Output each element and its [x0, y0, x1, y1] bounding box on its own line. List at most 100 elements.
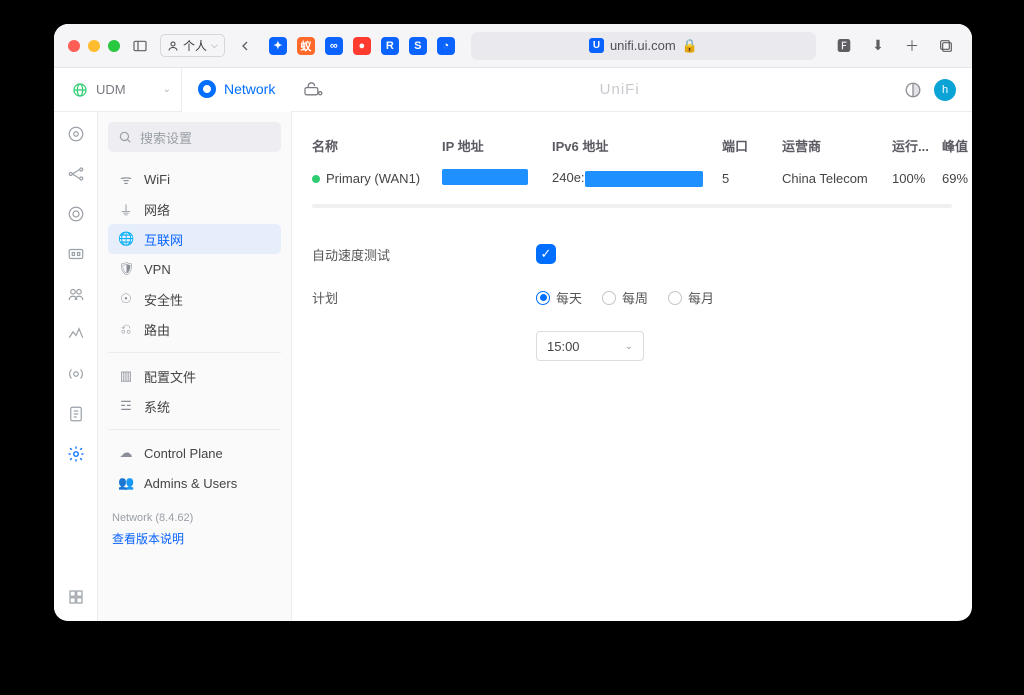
sidebar-item-profiles[interactable]: ▥ 配置文件	[108, 361, 281, 391]
nav-rail	[54, 112, 98, 621]
route-icon: ⎌	[118, 321, 134, 337]
users-icon: 👥	[118, 475, 134, 491]
table-row[interactable]: Primary (WAN1) 240e: 5 China Telecom 100…	[312, 161, 952, 196]
radio-weekly[interactable]: 每周	[602, 288, 648, 307]
sidebar-item-networks[interactable]: ⏚ 网络	[108, 194, 281, 224]
col-port: 端口	[722, 136, 782, 155]
cell-peak: 69%	[942, 171, 972, 186]
time-select[interactable]: 15:00 ⌄	[536, 331, 644, 361]
rail-devices-icon[interactable]	[66, 204, 86, 224]
speedtest-label: 自动速度测试	[312, 245, 536, 264]
radio-icon	[536, 291, 550, 305]
speedtest-settings: 自动速度测试 ✓ 计划 每天 每周 每月 15:00 ⌄	[312, 244, 952, 361]
nav-label: 系统	[144, 397, 170, 416]
cell-ip	[442, 169, 552, 188]
cell-port: 5	[722, 171, 782, 186]
nav-label: Admins & Users	[144, 476, 237, 491]
ext-icon-3[interactable]: ∞	[325, 37, 343, 55]
nav-label: VPN	[144, 262, 171, 277]
rail-clients-icon[interactable]	[66, 284, 86, 304]
radio-daily[interactable]: 每天	[536, 288, 582, 307]
rail-settings-icon[interactable]	[66, 444, 86, 464]
search-placeholder: 搜索设置	[140, 128, 192, 147]
nav-label: 配置文件	[144, 367, 196, 386]
ext-icon-7[interactable]: ◔	[437, 37, 455, 55]
radio-label: 每天	[556, 288, 582, 307]
rail-dashboard-icon[interactable]	[66, 124, 86, 144]
radio-label: 每月	[688, 288, 714, 307]
col-ipv6: IPv6 地址	[552, 136, 722, 155]
brand-logo: UniFi	[335, 81, 904, 98]
tab-network[interactable]: Network	[182, 68, 291, 112]
new-tab-icon[interactable]: ＋	[900, 34, 924, 58]
rail-ports-icon[interactable]	[66, 244, 86, 264]
window-controls[interactable]	[68, 40, 120, 52]
sidebar-item-system[interactable]: ☲ 系统	[108, 391, 281, 421]
zoom-icon[interactable]	[108, 40, 120, 52]
sidebar-item-internet[interactable]: 🌐 互联网	[108, 224, 281, 254]
sidebar-item-admins[interactable]: 👥 Admins & Users	[108, 468, 281, 498]
redacted-ip	[442, 169, 528, 185]
cell-isp: China Telecom	[782, 171, 892, 186]
sidebar-item-vpn[interactable]: 🛡 VPN	[108, 254, 281, 284]
main-content: 名称 IP 地址 IPv6 地址 端口 运营商 运行... 峰值 Primary…	[292, 112, 972, 621]
cell-ipv6: 240e:	[552, 170, 722, 187]
globe-icon: 🌐	[118, 231, 134, 247]
rail-topology-icon[interactable]	[66, 164, 86, 184]
rail-apps-icon[interactable]	[66, 587, 86, 607]
vpn-icon: 🛡	[118, 261, 134, 277]
minimize-icon[interactable]	[88, 40, 100, 52]
ext-icon-1[interactable]: ✦	[269, 37, 287, 55]
cell-uptime: 100%	[892, 171, 942, 186]
table-header: 名称 IP 地址 IPv6 地址 端口 运营商 运行... 峰值	[312, 130, 952, 161]
download-icon[interactable]: ⬇	[866, 34, 890, 58]
system-icon: ☲	[118, 398, 134, 414]
cloud-icon: ☁	[118, 445, 134, 461]
status-dot-icon	[312, 175, 320, 183]
time-value: 15:00	[547, 339, 580, 354]
nav-label: 网络	[144, 200, 170, 219]
ext-icon-6[interactable]: S	[409, 37, 427, 55]
sidebar-item-wifi[interactable]: ᯤWiFi	[108, 164, 281, 194]
schedule-label: 计划	[312, 288, 536, 307]
ext-icon-5[interactable]: R	[381, 37, 399, 55]
tab-protect[interactable]	[291, 68, 335, 112]
chevron-down-icon: ⌄	[625, 341, 633, 352]
url-text: unifi.ui.com	[610, 38, 676, 53]
address-bar[interactable]: U unifi.ui.com 🔒	[471, 32, 816, 60]
ext-icon-2[interactable]: 蚁	[297, 37, 315, 55]
col-isp: 运营商	[782, 136, 892, 155]
settings-search[interactable]: 搜索设置	[108, 122, 281, 152]
profiles-icon: ▥	[118, 368, 134, 384]
table-scrollbar[interactable]	[312, 204, 952, 208]
sidebar-toggle-icon[interactable]	[128, 34, 152, 58]
nav-label: 互联网	[144, 230, 183, 249]
profile-button[interactable]: 个人 ⌵	[160, 34, 225, 57]
settings-sidebar: 搜索设置 ᯤWiFi ⏚网络 🌐互联网 🛡VPN ☉安全性 ⎌路由 ▥配置文件 …	[98, 112, 292, 621]
tabs-icon[interactable]	[934, 34, 958, 58]
ext-icon-4[interactable]: ●	[353, 37, 371, 55]
translate-icon[interactable]: 🅵	[832, 34, 856, 58]
wifi-icon: ᯤ	[118, 170, 134, 188]
shield-icon: ☉	[118, 291, 134, 307]
sidebar-item-security[interactable]: ☉安全性	[108, 284, 281, 314]
back-button[interactable]	[233, 34, 257, 58]
release-notes-link[interactable]: 查看版本说明	[112, 530, 281, 547]
speedtest-checkbox[interactable]: ✓	[536, 244, 556, 264]
site-selector[interactable]: UDM ⌄	[64, 68, 182, 112]
lock-icon: 🔒	[682, 38, 698, 54]
sidebar-item-routing[interactable]: ⎌路由	[108, 314, 281, 344]
sidebar-item-control-plane[interactable]: ☁Control Plane	[108, 438, 281, 468]
network-icon: ⏚	[118, 200, 134, 219]
close-icon[interactable]	[68, 40, 80, 52]
rail-radios-icon[interactable]	[66, 364, 86, 384]
chevron-down-icon: ⌄	[163, 84, 171, 95]
theme-toggle-icon[interactable]	[904, 81, 922, 99]
col-uptime: 运行...	[892, 136, 942, 155]
user-avatar[interactable]: h	[934, 79, 956, 101]
search-icon	[118, 130, 132, 144]
radio-monthly[interactable]: 每月	[668, 288, 714, 307]
rail-insights-icon[interactable]	[66, 324, 86, 344]
rail-logs-icon[interactable]	[66, 404, 86, 424]
browser-toolbar: 个人 ⌵ ✦ 蚁 ∞ ● R S ◔ U unifi.ui.com 🔒 🅵 ⬇ …	[54, 24, 972, 68]
